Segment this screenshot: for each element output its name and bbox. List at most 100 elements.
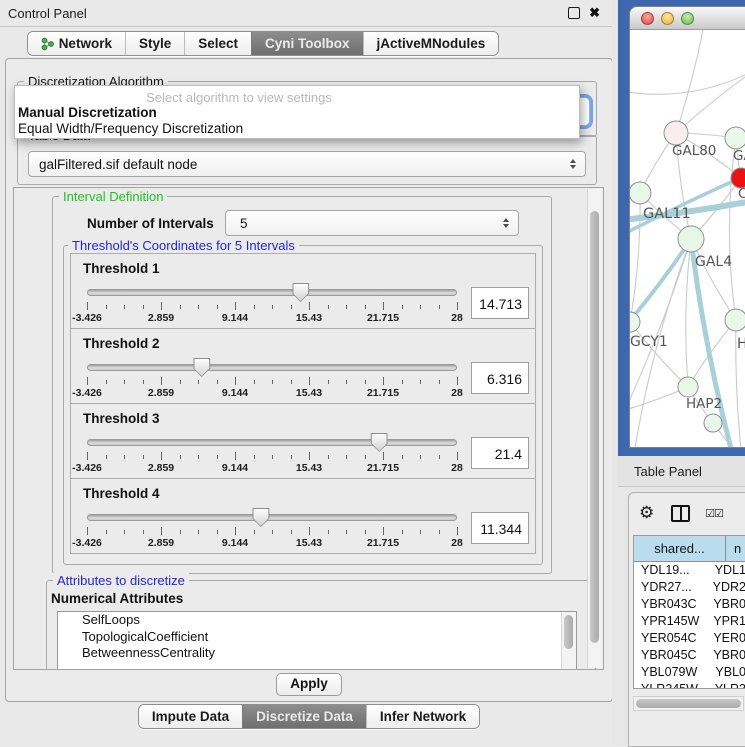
mode-tab-impute-data[interactable]: Impute Data bbox=[139, 705, 242, 728]
zoom-traffic-light-icon[interactable] bbox=[681, 12, 694, 25]
slider-tick bbox=[235, 377, 236, 385]
threshold-panel-1: Threshold 1 -3.4262.8599.14415.4321.7152… bbox=[70, 253, 536, 329]
network-edge[interactable] bbox=[686, 239, 691, 387]
mode-tab-infer-network[interactable]: Infer Network bbox=[366, 705, 479, 728]
network-node-tr[interactable] bbox=[725, 127, 745, 149]
attribute-item-betweennesscentrality[interactable]: BetweennessCentrality bbox=[58, 645, 576, 662]
table-row[interactable]: YBL079W YBL0 bbox=[634, 664, 745, 681]
list-scrollbar-thumb[interactable] bbox=[564, 615, 573, 649]
table-data-combobox[interactable]: galFiltered.sif default node bbox=[28, 151, 586, 177]
mode-tab-discretize-data[interactable]: Discretize Data bbox=[242, 705, 366, 728]
slider-tick bbox=[106, 305, 107, 309]
close-icon[interactable]: ✖ bbox=[589, 8, 600, 18]
slider-track[interactable] bbox=[87, 289, 457, 296]
slider-tick bbox=[420, 530, 421, 534]
column-header-name[interactable]: n bbox=[726, 536, 745, 561]
close-traffic-light-icon[interactable] bbox=[641, 12, 654, 25]
network-edge[interactable] bbox=[630, 239, 691, 330]
slider-thumb[interactable] bbox=[193, 358, 210, 377]
table-row[interactable]: YDL19... YDL1 bbox=[634, 562, 745, 579]
table-data-value: galFiltered.sif default node bbox=[39, 157, 197, 172]
threshold-slider[interactable]: -3.4262.8599.14415.4321.71528 bbox=[87, 430, 457, 476]
network-edge[interactable] bbox=[630, 322, 688, 387]
column-header-shared-name[interactable]: shared... bbox=[634, 536, 726, 561]
cell-shared-name: YBR043C bbox=[634, 596, 704, 613]
network-edge[interactable] bbox=[676, 30, 705, 133]
slider-thumb[interactable] bbox=[252, 508, 269, 527]
table-row[interactable]: YDR27... YDR2 bbox=[634, 579, 745, 596]
network-edge[interactable] bbox=[729, 138, 736, 320]
slider-thumb[interactable] bbox=[292, 283, 309, 302]
slider-tick bbox=[143, 380, 144, 384]
slider-tick bbox=[346, 530, 347, 534]
attribute-item-selfloops[interactable]: SelfLoops bbox=[58, 612, 576, 629]
tab-select[interactable]: Select bbox=[184, 32, 251, 55]
tab-jactivemnodules[interactable]: jActiveMNodules bbox=[363, 32, 499, 55]
threshold-value-field[interactable]: 6.316 bbox=[471, 362, 529, 394]
minimize-traffic-light-icon[interactable] bbox=[661, 12, 674, 25]
table-row[interactable]: YPR145W YPR1 bbox=[634, 613, 745, 630]
cell-name: YDR2 bbox=[704, 579, 745, 596]
table-row[interactable]: YBR045C YBR0 bbox=[634, 647, 745, 664]
network-node-pink[interactable] bbox=[664, 121, 688, 145]
network-node-h[interactable] bbox=[725, 309, 745, 331]
slider-tick bbox=[143, 530, 144, 534]
apply-button[interactable]: Apply bbox=[276, 673, 342, 696]
tab-network[interactable]: Network bbox=[28, 32, 125, 55]
network-node-gcy1[interactable] bbox=[630, 312, 640, 332]
slider-tick bbox=[272, 455, 273, 459]
table-horizontal-scrollbar[interactable] bbox=[633, 696, 744, 711]
slider-tick bbox=[439, 380, 440, 384]
threshold-value-field[interactable]: 21.4 bbox=[471, 437, 529, 469]
table-header-row: shared... n bbox=[634, 536, 745, 562]
threshold-slider[interactable]: -3.4262.8599.14415.4321.71528 bbox=[87, 355, 457, 401]
table-horizontal-scrollbar-thumb[interactable] bbox=[636, 699, 741, 708]
slider-tick bbox=[124, 455, 125, 459]
slider-tick-label: 2.859 bbox=[148, 537, 174, 549]
settings-scrollbar-thumb[interactable] bbox=[590, 211, 599, 643]
table-row[interactable]: YLR345W YLR3 bbox=[634, 681, 745, 689]
cell-shared-name: YER054C bbox=[634, 630, 704, 647]
float-window-icon[interactable] bbox=[568, 7, 580, 19]
threshold-slider[interactable]: -3.4262.8599.14415.4321.71528 bbox=[87, 280, 457, 326]
settings-scroll-area: Interval Definition Number of Intervals … bbox=[13, 187, 604, 670]
tab-style[interactable]: Style bbox=[125, 32, 184, 55]
tab-cyni-toolbox[interactable]: Cyni Toolbox bbox=[251, 32, 363, 55]
network-node-hap2[interactable] bbox=[678, 377, 698, 397]
slider-tick bbox=[254, 530, 255, 534]
table-row[interactable]: YER054C YER0 bbox=[634, 630, 745, 647]
numerical-attributes-list[interactable]: SelfLoopsTopologicalCoefficientBetweenne… bbox=[57, 611, 577, 670]
threshold-value-field[interactable]: 14.713 bbox=[471, 287, 529, 319]
slider-tick-label: -3.426 bbox=[72, 537, 102, 549]
number-of-intervals-label: Number of Intervals bbox=[87, 216, 214, 231]
slider-tick bbox=[217, 455, 218, 459]
popup-item-equal-width-frequency-discretization[interactable]: Equal Width/Frequency Discretization bbox=[18, 121, 243, 136]
threshold-slider[interactable]: -3.4262.8599.14415.4321.71528 bbox=[87, 505, 457, 551]
table-row[interactable]: YBR043C YBR0 bbox=[634, 596, 745, 613]
slider-thumb[interactable] bbox=[371, 433, 388, 452]
network-node-b1[interactable] bbox=[704, 414, 722, 432]
gear-icon[interactable]: ⚙ bbox=[639, 503, 654, 523]
slider-thumb-face bbox=[194, 359, 209, 376]
slider-tick bbox=[457, 452, 458, 460]
slider-tick bbox=[402, 380, 403, 384]
popup-item-manual-discretization[interactable]: Manual Discretization bbox=[18, 105, 157, 120]
settings-scrollbar[interactable] bbox=[587, 189, 602, 668]
slider-tick-label: 28 bbox=[451, 537, 463, 549]
network-edge[interactable] bbox=[630, 70, 745, 94]
slider-track[interactable] bbox=[87, 439, 457, 446]
slider-tick-label: 28 bbox=[451, 462, 463, 474]
attribute-item-topologicalcoefficient[interactable]: TopologicalCoefficient bbox=[58, 629, 576, 646]
columns-icon[interactable] bbox=[671, 505, 690, 522]
network-node-gal4[interactable] bbox=[678, 226, 704, 252]
network-edge[interactable] bbox=[630, 193, 640, 322]
threshold-value-field[interactable]: 11.344 bbox=[471, 512, 529, 544]
slider-track[interactable] bbox=[87, 514, 457, 521]
select-columns-icon[interactable]: ☑☑ bbox=[705, 507, 723, 520]
number-of-intervals-combobox[interactable]: 5 bbox=[225, 210, 519, 236]
network-node-g11[interactable] bbox=[630, 182, 651, 204]
slider-track[interactable] bbox=[87, 364, 457, 371]
network-canvas[interactable]: GAL80GALCGAL11GAL4GCY1HHAP2 bbox=[630, 30, 745, 447]
list-scrollbar[interactable] bbox=[561, 612, 576, 670]
network-graph[interactable]: GAL80GALCGAL11GAL4GCY1HHAP2 bbox=[630, 30, 745, 447]
